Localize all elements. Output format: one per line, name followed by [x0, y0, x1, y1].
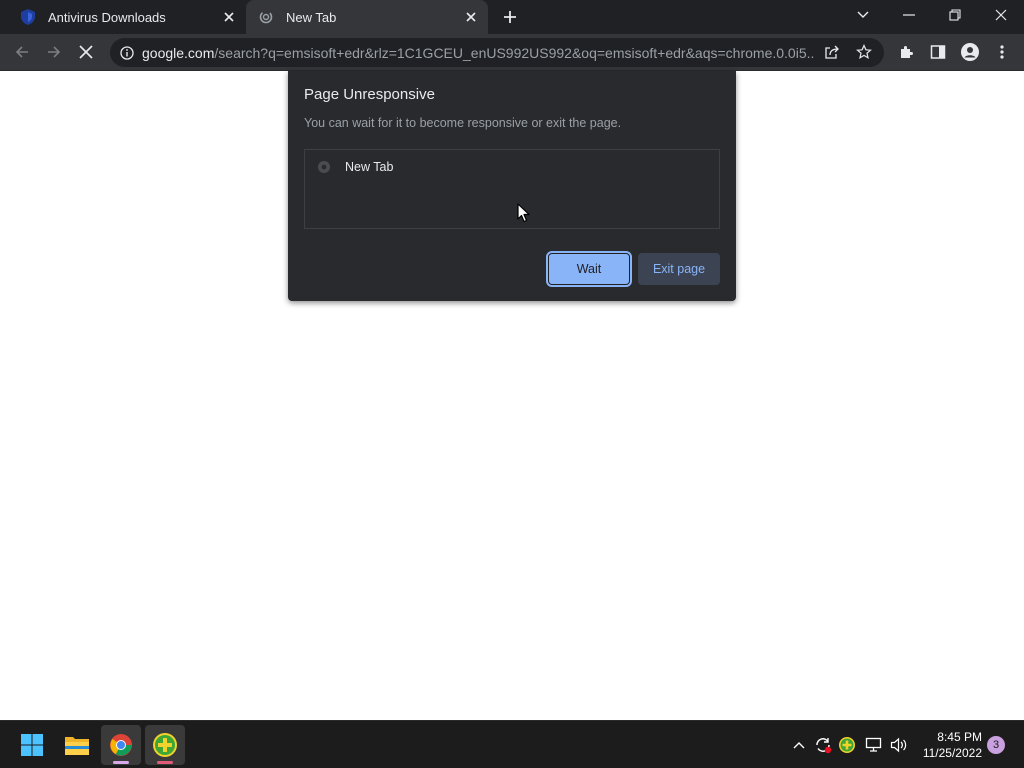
close-tab-icon[interactable]	[220, 8, 238, 26]
chevron-up-icon	[793, 742, 805, 749]
dialog-title: Page Unresponsive	[304, 86, 435, 103]
restore-button[interactable]	[932, 0, 978, 30]
url-text[interactable]: google.com/search?q=emsisoft+edr&rlz=1C1…	[142, 45, 814, 61]
loading-spinner-icon	[258, 9, 274, 25]
tab-new-tab[interactable]: New Tab	[246, 0, 488, 34]
puzzle-icon	[901, 46, 913, 58]
site-info-icon[interactable]	[118, 44, 136, 62]
close-icon	[995, 9, 1007, 21]
emsisoft-taskbar-button[interactable]	[145, 725, 185, 765]
tab-label: Antivirus Downloads	[48, 9, 166, 25]
file-explorer-button[interactable]	[57, 725, 97, 765]
chrome-taskbar-button[interactable]	[101, 725, 141, 765]
share-icon[interactable]	[824, 44, 840, 65]
dialog-message: You can wait for it to become responsive…	[304, 116, 622, 130]
back-button[interactable]	[9, 39, 35, 65]
notification-count-badge[interactable]: 3	[987, 736, 1005, 754]
forward-button[interactable]	[41, 39, 67, 65]
clock-time: 8:45 PM	[937, 730, 982, 744]
mouse-cursor-icon	[517, 203, 531, 223]
clock-date: 11/25/2022	[922, 746, 982, 760]
side-panel-button[interactable]	[925, 39, 951, 65]
windows-start-icon	[21, 734, 43, 756]
running-indicator	[113, 761, 129, 764]
arrow-right-icon	[48, 46, 61, 58]
chevron-down-icon	[857, 11, 869, 18]
chrome-icon	[110, 734, 132, 756]
file-explorer-icon	[65, 737, 89, 755]
chrome-page-icon	[317, 160, 331, 174]
wait-button[interactable]: Wait	[546, 251, 632, 287]
tab-label: New Tab	[286, 9, 337, 25]
volume-icon[interactable]	[888, 734, 910, 756]
url-host: google.com	[142, 44, 215, 61]
arrow-left-icon	[15, 46, 28, 58]
emsisoft-favicon-icon	[20, 9, 36, 25]
bookmark-star-icon[interactable]	[856, 44, 872, 65]
plus-icon	[504, 11, 516, 23]
page-unresponsive-dialog: Page Unresponsive You can wait for it to…	[288, 71, 736, 301]
list-item: New Tab	[317, 160, 393, 174]
sync-tray-icon[interactable]	[812, 734, 834, 756]
show-hidden-icons-button[interactable]	[788, 734, 810, 756]
new-tab-button[interactable]	[498, 5, 522, 29]
url-path: /search?q=emsisoft+edr&rlz=1C1GCEU_enUS9…	[214, 44, 814, 61]
close-tab-icon[interactable]	[462, 8, 480, 26]
unresponsive-pages-list: New Tab	[304, 149, 720, 229]
exit-page-button[interactable]: Exit page	[638, 253, 720, 285]
minimize-icon	[903, 14, 915, 16]
profile-button[interactable]	[957, 39, 983, 65]
stop-loading-button[interactable]	[73, 39, 99, 65]
running-indicator	[157, 761, 173, 764]
taskbar: 8:45 PM 11/25/2022	[0, 720, 1024, 768]
tab-strip: Antivirus Downloads New Tab	[0, 0, 1024, 34]
minimize-button[interactable]	[886, 0, 932, 30]
restore-icon	[949, 9, 961, 21]
start-button[interactable]	[12, 725, 52, 765]
stop-icon	[79, 45, 93, 59]
tab-antivirus-downloads[interactable]: Antivirus Downloads	[8, 0, 246, 34]
extensions-button[interactable]	[893, 39, 919, 65]
side-panel-icon	[930, 45, 946, 59]
emsisoft-tray-icon[interactable]	[836, 734, 858, 756]
menu-button[interactable]	[989, 39, 1015, 65]
kebab-menu-icon	[1000, 45, 1004, 59]
browser-toolbar: google.com/search?q=emsisoft+edr&rlz=1C1…	[0, 34, 1024, 71]
address-bar[interactable]: google.com/search?q=emsisoft+edr&rlz=1C1…	[110, 38, 884, 67]
system-clock[interactable]: 8:45 PM 11/25/2022	[916, 729, 982, 761]
emsisoft-icon	[153, 733, 177, 757]
network-icon[interactable]	[863, 734, 885, 756]
person-icon	[961, 43, 979, 61]
tab-search-button[interactable]	[840, 0, 886, 30]
page-label: New Tab	[345, 160, 394, 174]
close-window-button[interactable]	[978, 0, 1024, 30]
